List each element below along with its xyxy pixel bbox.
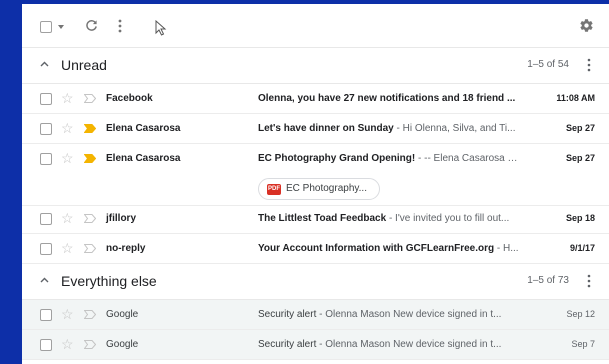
importance-marker-icon[interactable] xyxy=(84,244,96,253)
section-count: 1–5 of 54 xyxy=(527,59,569,70)
sender: Facebook xyxy=(106,93,153,104)
email-snippet: Olenna, you have 27 new notifications an… xyxy=(258,93,522,104)
date: 9/1/17 xyxy=(569,243,595,253)
gear-icon[interactable] xyxy=(579,18,594,33)
row-checkbox[interactable] xyxy=(40,339,52,351)
subject: Olenna, you have 27 new notifications an… xyxy=(258,93,516,104)
email-row[interactable]: ☆ Facebook Olenna, you have 27 new notif… xyxy=(22,84,609,114)
toolbar xyxy=(22,4,609,48)
email-snippet: Your Account Information with GCFLearnFr… xyxy=(258,243,522,254)
select-all-checkbox[interactable] xyxy=(40,21,52,33)
star-icon[interactable]: ☆ xyxy=(61,91,74,105)
preview: - Olenna Mason New device signed in t... xyxy=(316,309,502,320)
section-count: 1–5 of 73 xyxy=(527,275,569,286)
more-vert-icon[interactable] xyxy=(587,58,591,72)
sender: Google xyxy=(106,339,139,350)
caret-down-icon[interactable] xyxy=(58,25,64,29)
email-row[interactable]: ☆ Google Security alert - Olenna Mason N… xyxy=(22,300,609,330)
date: Sep 18 xyxy=(565,213,595,223)
email-snippet: Let's have dinner on Sunday - Hi Olenna,… xyxy=(258,123,522,134)
preview: - I've invited you to fill out... xyxy=(386,213,510,224)
importance-marker-icon[interactable] xyxy=(84,124,96,133)
section-header-everything-else[interactable]: Everything else 1–5 of 73 xyxy=(22,264,609,300)
date: Sep 12 xyxy=(566,309,595,319)
row-checkbox[interactable] xyxy=(40,123,52,135)
star-icon[interactable]: ☆ xyxy=(61,337,74,351)
chevron-up-icon[interactable] xyxy=(40,277,49,283)
sender: Elena Casarosa xyxy=(106,153,181,164)
preview: - Hi Olenna, Silva, and Ti... xyxy=(393,123,516,134)
subject: Security alert xyxy=(258,339,317,350)
subject: Security alert xyxy=(258,309,317,320)
sender: jfillory xyxy=(106,213,137,224)
attachment-label: EC Photography... xyxy=(286,183,367,194)
section-header-unread[interactable]: Unread 1–5 of 54 xyxy=(22,48,609,84)
row-checkbox[interactable] xyxy=(40,153,52,165)
email-snippet: Security alert - Olenna Mason New device… xyxy=(258,309,522,320)
email-snippet: The Littlest Toad Feedback - I've invite… xyxy=(258,213,522,224)
star-icon[interactable]: ☆ xyxy=(61,121,74,135)
chevron-up-icon[interactable] xyxy=(40,61,49,67)
date: Sep 7 xyxy=(571,339,595,349)
preview: - Olenna Mason New device signed in t... xyxy=(316,339,502,350)
email-row[interactable]: ☆ Elena Casarosa Let's have dinner on Su… xyxy=(22,114,609,144)
section-title: Everything else xyxy=(61,273,157,289)
row-checkbox[interactable] xyxy=(40,243,52,255)
pdf-icon: PDF xyxy=(267,184,281,195)
subject: Your Account Information with GCFLearnFr… xyxy=(258,243,495,254)
email-row[interactable]: ☆ Google Security alert - Olenna Mason N… xyxy=(22,330,609,360)
subject: EC Photography Grand Opening! xyxy=(258,153,416,164)
row-checkbox[interactable] xyxy=(40,213,52,225)
sender: Google xyxy=(106,309,139,320)
preview: - H... xyxy=(494,243,519,254)
email-snippet: Security alert - Olenna Mason New device… xyxy=(258,339,522,350)
sender: Elena Casarosa xyxy=(106,123,181,134)
mouse-cursor-icon xyxy=(155,20,167,36)
subject: Let's have dinner on Sunday xyxy=(258,123,394,134)
importance-marker-icon[interactable] xyxy=(84,310,96,319)
email-row[interactable]: ☆ Elena Casarosa EC Photography Grand Op… xyxy=(22,144,609,206)
date: 11:08 AM xyxy=(556,93,595,103)
star-icon[interactable]: ☆ xyxy=(61,241,74,255)
star-icon[interactable]: ☆ xyxy=(61,307,74,321)
importance-marker-icon[interactable] xyxy=(84,94,96,103)
email-snippet: EC Photography Grand Opening! - -- Elena… xyxy=(258,153,522,164)
importance-marker-icon[interactable] xyxy=(84,154,96,163)
email-row[interactable]: ☆ jfillory The Littlest Toad Feedback - … xyxy=(22,204,609,234)
preview: - -- Elena Casarosa E... xyxy=(415,153,522,164)
refresh-icon[interactable] xyxy=(85,19,98,32)
row-checkbox[interactable] xyxy=(40,93,52,105)
star-icon[interactable]: ☆ xyxy=(61,151,74,165)
more-vert-icon[interactable] xyxy=(118,19,122,33)
inbox-panel: Unread 1–5 of 54 ☆ Facebook Olenna, you … xyxy=(22,4,609,364)
attachment-chip[interactable]: PDF EC Photography... xyxy=(258,178,380,200)
row-checkbox[interactable] xyxy=(40,309,52,321)
email-row[interactable]: ☆ no-reply Your Account Information with… xyxy=(22,234,609,264)
more-vert-icon[interactable] xyxy=(587,274,591,288)
importance-marker-icon[interactable] xyxy=(84,340,96,349)
date: Sep 27 xyxy=(565,153,595,163)
importance-marker-icon[interactable] xyxy=(84,214,96,223)
star-icon[interactable]: ☆ xyxy=(61,211,74,225)
date: Sep 27 xyxy=(565,123,595,133)
section-title: Unread xyxy=(61,57,107,73)
subject: The Littlest Toad Feedback xyxy=(258,213,387,224)
sender: no-reply xyxy=(106,243,146,254)
